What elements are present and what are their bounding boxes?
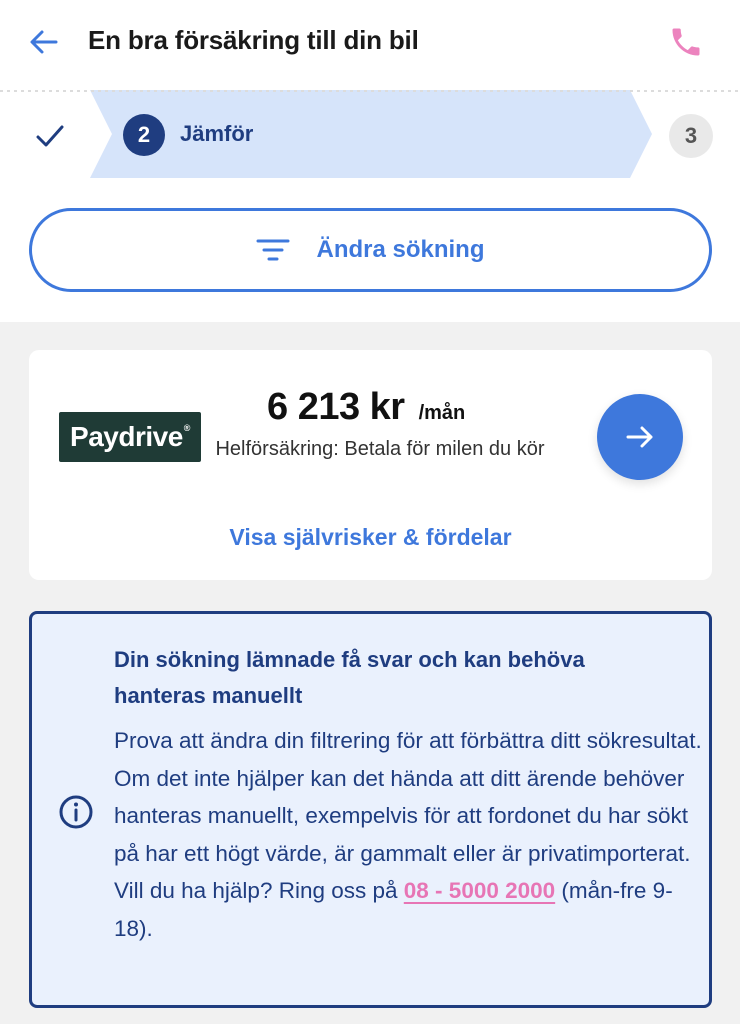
paydrive-logo: Paydrive ® xyxy=(59,412,201,462)
price-row: 6 213 kr /mån xyxy=(267,386,465,429)
filter-icon xyxy=(256,239,290,261)
select-offer-button[interactable] xyxy=(597,394,683,480)
step-completed[interactable] xyxy=(30,116,70,156)
phone-icon xyxy=(672,28,700,56)
info-notice: Din sökning lämnade få svar och kan behö… xyxy=(29,611,712,1008)
registered-mark: ® xyxy=(183,423,191,433)
arrow-left-icon xyxy=(30,30,58,54)
progress-stepper: 2 Jämför 3 xyxy=(0,90,740,178)
info-title: Din sökning lämnade få svar och kan behö… xyxy=(114,647,585,708)
support-phone-link[interactable]: 08 - 5000 2000 xyxy=(404,878,555,903)
offer-description: Helförsäkring: Betala för milen du kör xyxy=(215,438,545,460)
info-icon xyxy=(59,795,93,829)
call-button[interactable] xyxy=(666,22,706,62)
offer-card[interactable]: Paydrive ® 6 213 kr /mån Helförsäkring: B… xyxy=(29,350,712,580)
active-step-background xyxy=(0,90,740,178)
step-number-next: 3 xyxy=(669,114,713,158)
change-search-button[interactable]: Ändra sökning xyxy=(29,208,712,292)
page-title: En bra försäkring till din bil xyxy=(88,25,419,55)
info-body: Prova att ändra din filtrering för att f… xyxy=(114,722,704,947)
price: 6 213 kr xyxy=(267,386,405,428)
price-unit: /mån xyxy=(418,402,466,424)
step-label-active: Jämför xyxy=(180,121,254,146)
back-button[interactable] xyxy=(26,24,62,60)
show-deductibles-link[interactable]: Visa självrisker & fördelar xyxy=(29,524,712,551)
search-section: Ändra sökning xyxy=(0,178,740,322)
arrow-right-icon xyxy=(626,426,653,448)
step-number-active: 2 xyxy=(123,114,165,156)
logo-text: Paydrive xyxy=(70,421,183,452)
info-body-text: Prova att ändra din filtrering för att f… xyxy=(114,728,702,903)
app-header: En bra försäkring till din bil xyxy=(0,0,740,90)
change-search-label: Ändra sökning xyxy=(316,236,485,263)
checkmark-icon xyxy=(36,125,64,147)
